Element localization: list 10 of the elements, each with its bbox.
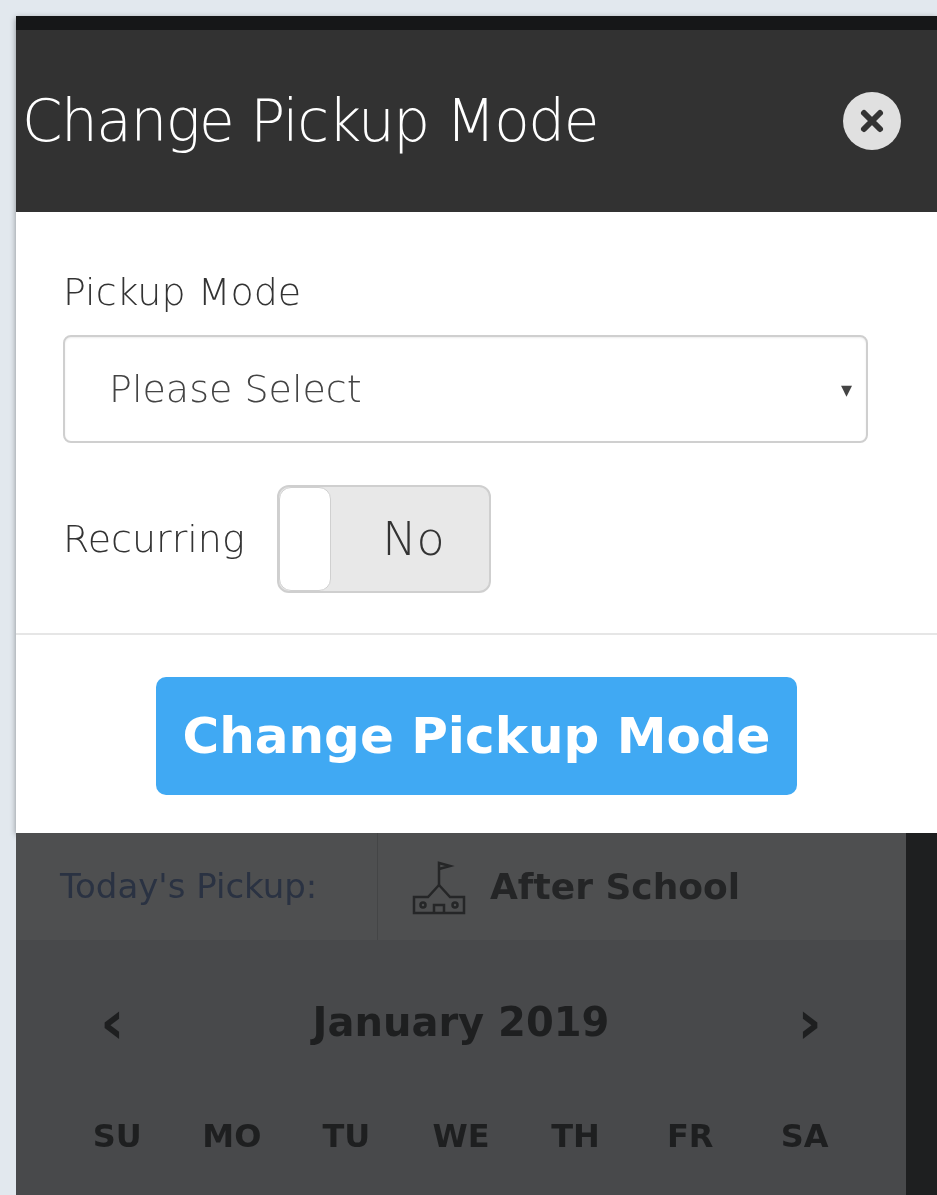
change-pickup-mode-button[interactable]: Change Pickup Mode (156, 677, 797, 795)
pickup-mode-select[interactable]: Please Select ▾ (63, 335, 868, 443)
field-label: Pickup Mode (63, 269, 303, 316)
recurring-label: Recurring (63, 515, 245, 563)
previous-month-button[interactable]: ‹ (100, 992, 125, 1052)
modal-title: Change Pickup Mode (21, 85, 598, 157)
close-icon (859, 108, 885, 134)
recurring-toggle[interactable]: No (276, 485, 491, 593)
next-month-button[interactable]: › (797, 992, 822, 1052)
close-button[interactable] (843, 92, 901, 150)
